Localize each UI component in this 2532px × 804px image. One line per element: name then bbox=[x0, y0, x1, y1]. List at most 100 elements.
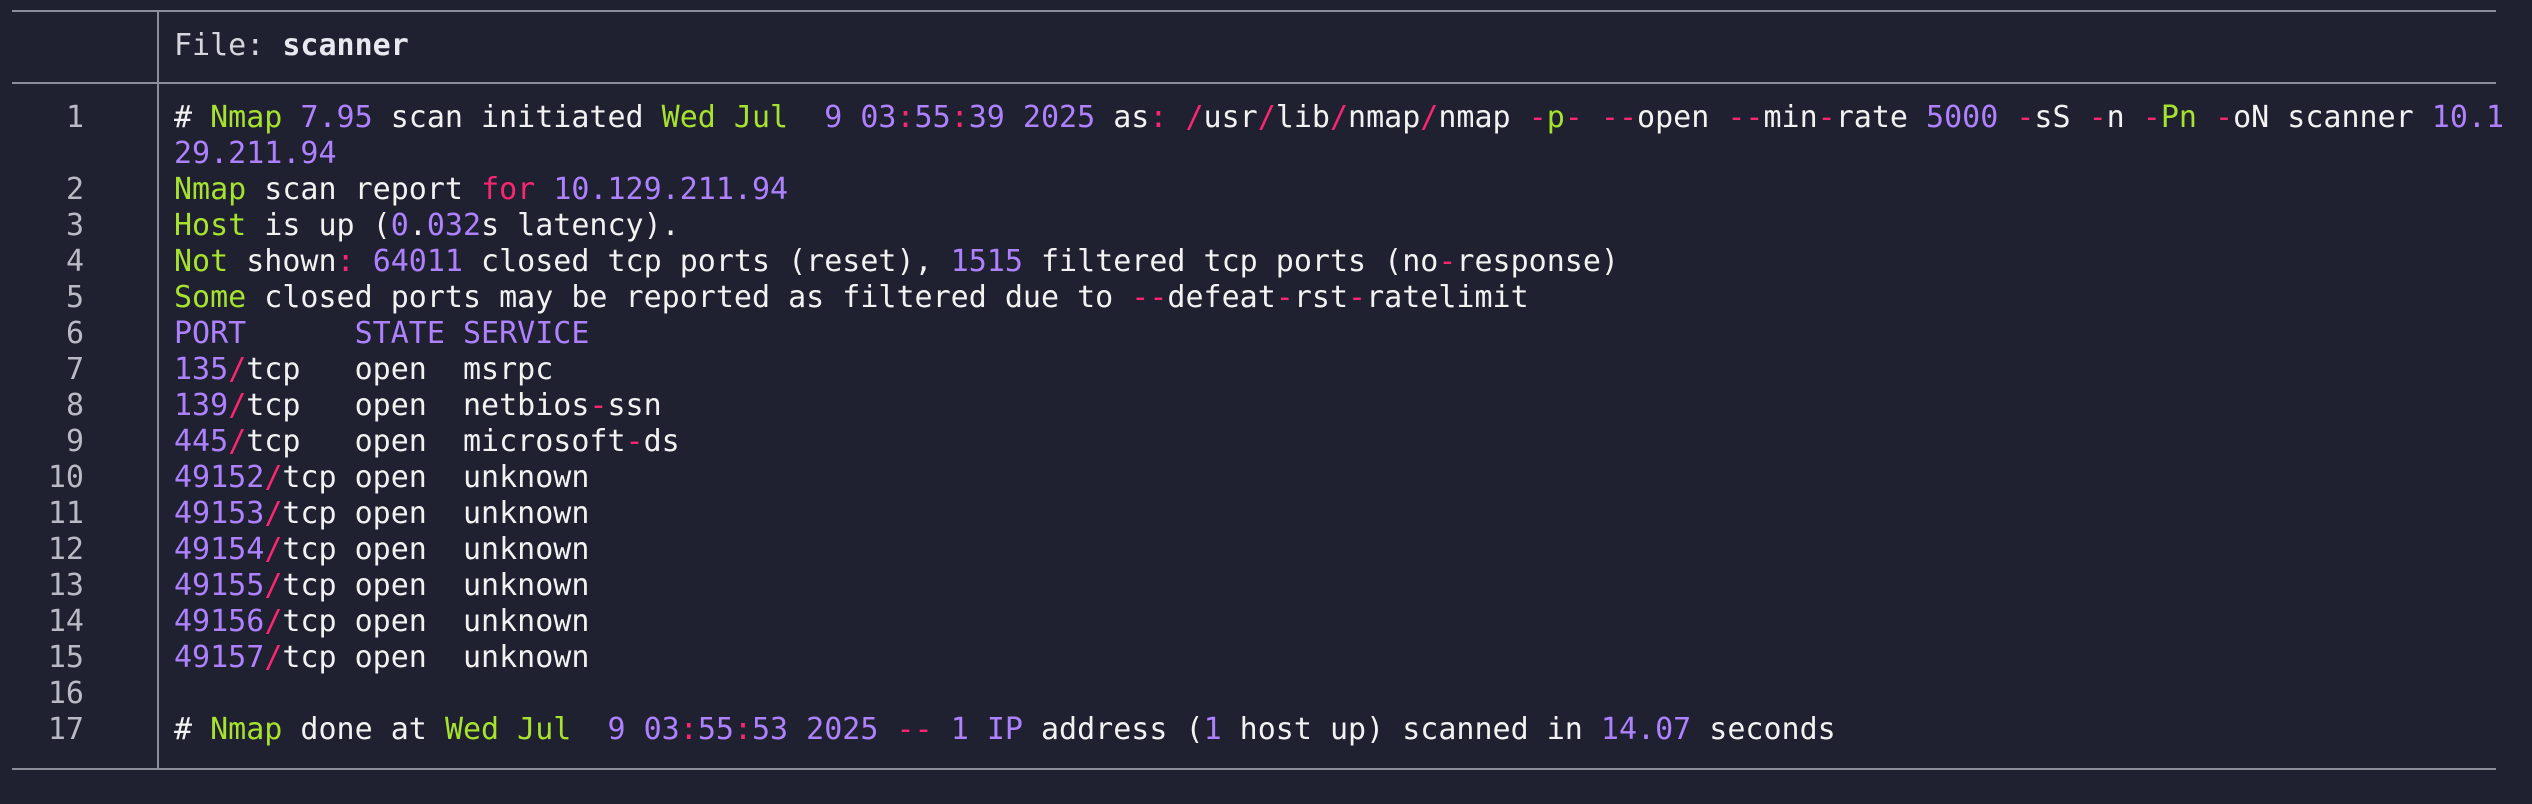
token: oN scanner bbox=[2233, 100, 2432, 135]
token: lib bbox=[1275, 100, 1330, 135]
line-text: # Nmap done at Wed Jul 9 03:55:53 2025 -… bbox=[174, 712, 1836, 748]
code-line[interactable]: 10 49152/tcp open unknown bbox=[12, 460, 2496, 496]
code-line[interactable]: 16 bbox=[12, 676, 2496, 712]
token: 55 bbox=[697, 712, 734, 747]
token: / bbox=[264, 496, 283, 531]
line-number: 13 bbox=[47, 568, 84, 603]
token: host up) scanned in bbox=[1221, 712, 1601, 747]
token: - bbox=[1275, 280, 1294, 315]
token: / bbox=[228, 388, 247, 423]
token: / bbox=[1185, 100, 1204, 135]
code-line[interactable]: 1 # Nmap 7.95 scan initiated Wed Jul 9 03… bbox=[12, 100, 2504, 136]
token: - bbox=[2215, 100, 2234, 135]
line-number: 3 bbox=[65, 208, 84, 243]
token: tcp open unknown bbox=[282, 640, 590, 675]
token: 49156 bbox=[174, 604, 265, 639]
code-line[interactable]: 3 Host is up (0.032s latency). bbox=[12, 208, 2496, 244]
token: tcp open unknown bbox=[282, 532, 590, 567]
token: . bbox=[408, 208, 427, 243]
file-title: File: scanner bbox=[174, 28, 409, 63]
token: 49157 bbox=[174, 640, 265, 675]
token: # bbox=[174, 712, 211, 747]
code-line[interactable]: 8 139/tcp open netbios-ssn bbox=[12, 388, 2496, 424]
token: - bbox=[589, 388, 608, 423]
token: closed ports may be reported as filtered… bbox=[246, 280, 1132, 315]
token: usr bbox=[1203, 100, 1258, 135]
line-number: 16 bbox=[47, 676, 84, 711]
line-text: Not shown: 64011 closed tcp ports (reset… bbox=[174, 244, 1619, 280]
code-line[interactable]: 13 49155/tcp open unknown bbox=[12, 568, 2496, 604]
token: 10.1 bbox=[2431, 100, 2505, 135]
code-line[interactable]: 2 Nmap scan report for 10.129.211.94 bbox=[12, 172, 2496, 208]
token: - bbox=[2088, 100, 2107, 135]
token: as bbox=[1095, 100, 1150, 135]
code-line[interactable]: 9 445/tcp open microsoft-ds bbox=[12, 424, 2496, 460]
code-lines[interactable]: 1 # Nmap 7.95 scan initiated Wed Jul 9 03… bbox=[12, 100, 2504, 748]
token: shown bbox=[228, 244, 337, 279]
code-line[interactable]: 12 49154/tcp open unknown bbox=[12, 532, 2496, 568]
code-line[interactable]: 29.211.94 bbox=[12, 136, 2496, 172]
token: p bbox=[1546, 100, 1565, 135]
token: IP bbox=[986, 712, 1023, 747]
line-text: 49156/tcp open unknown bbox=[174, 604, 589, 640]
code-line[interactable]: 15 49157/tcp open unknown bbox=[12, 640, 2496, 676]
token: 49153 bbox=[174, 496, 265, 531]
token: 9 03 bbox=[824, 100, 897, 135]
file-label: File: bbox=[174, 28, 265, 63]
code-line[interactable]: 7 135/tcp open msrpc bbox=[12, 352, 2496, 388]
token: 445 bbox=[174, 424, 229, 459]
line-number: 12 bbox=[47, 532, 84, 567]
token: / bbox=[1420, 100, 1439, 135]
token: 135 bbox=[174, 352, 229, 387]
token: 29.211.94 bbox=[174, 136, 337, 171]
token: ssn bbox=[607, 388, 662, 423]
file-viewer: File: scanner 1 # Nmap 7.95 scan initiate… bbox=[12, 10, 2504, 770]
token: 1515 bbox=[950, 244, 1023, 279]
line-text: Nmap scan report for 10.129.211.94 bbox=[174, 172, 788, 208]
token: / bbox=[228, 424, 247, 459]
token: 10.129.211.94 bbox=[553, 172, 789, 207]
code-line[interactable]: 17 # Nmap done at Wed Jul 9 03:55:53 2025… bbox=[12, 712, 2496, 748]
token: - bbox=[1817, 100, 1836, 135]
token: - bbox=[2016, 100, 2035, 135]
token: -- bbox=[1727, 100, 1764, 135]
line-text: 135/tcp open msrpc bbox=[174, 352, 553, 388]
code-line[interactable]: 11 49153/tcp open unknown bbox=[12, 496, 2496, 532]
token: 0 bbox=[390, 208, 409, 243]
line-number: 7 bbox=[65, 352, 84, 387]
token: defeat bbox=[1167, 280, 1276, 315]
token: / bbox=[264, 460, 283, 495]
token: for bbox=[481, 172, 536, 207]
line-text: 49154/tcp open unknown bbox=[174, 532, 589, 568]
token: - bbox=[1564, 100, 1583, 135]
token: 39 2025 bbox=[968, 100, 1096, 135]
line-number: 8 bbox=[65, 388, 84, 423]
line-number: 10 bbox=[47, 460, 84, 495]
token: nmap bbox=[1438, 100, 1529, 135]
token: scan report bbox=[246, 172, 482, 207]
token: 032 bbox=[426, 208, 482, 243]
token: 55 bbox=[914, 100, 951, 135]
line-number: 11 bbox=[47, 496, 84, 531]
token: PORT STATE SERVICE bbox=[174, 316, 590, 351]
code-line[interactable]: 5 Some closed ports may be reported as fi… bbox=[12, 280, 2496, 316]
code-line[interactable]: 4 Not shown: 64011 closed tcp ports (rese… bbox=[12, 244, 2496, 280]
token: Pn bbox=[2160, 100, 2197, 135]
token: Not bbox=[174, 244, 229, 279]
code-line[interactable]: 14 49156/tcp open unknown bbox=[12, 604, 2496, 640]
token: : bbox=[679, 712, 698, 747]
token: s latency). bbox=[481, 208, 680, 243]
token: 49152 bbox=[174, 460, 265, 495]
token: - bbox=[1438, 244, 1457, 279]
token: scan initiated bbox=[372, 100, 662, 135]
token: / bbox=[228, 352, 247, 387]
token: 7.95 bbox=[300, 100, 373, 135]
token: rst bbox=[1293, 280, 1349, 315]
line-text: 49152/tcp open unknown bbox=[174, 460, 589, 496]
code-line[interactable]: 6 PORT STATE SERVICE bbox=[12, 316, 2496, 352]
token: n bbox=[2106, 100, 2143, 135]
